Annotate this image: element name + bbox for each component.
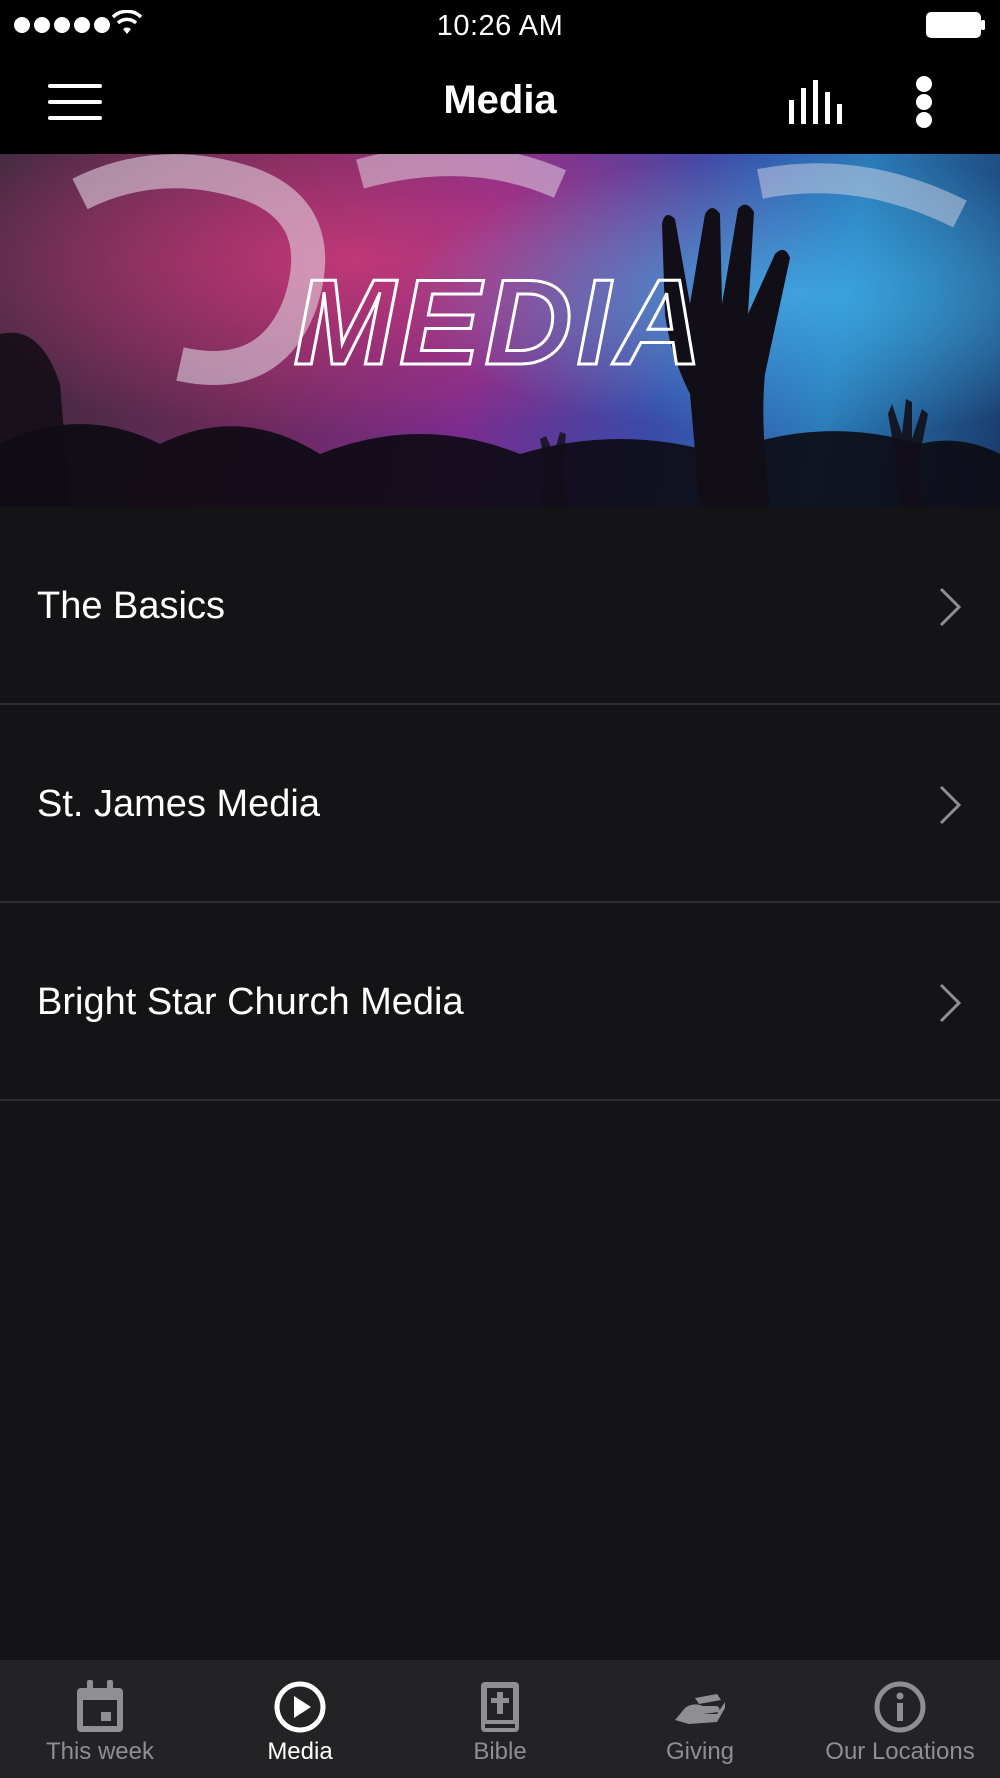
- status-time: 10:26 AM: [436, 10, 564, 42]
- vertical-dots-icon[interactable]: [912, 76, 936, 128]
- tab-media[interactable]: Media: [200, 1660, 400, 1778]
- tab-bar: This week Media Bible Giving Our Locatio…: [0, 1660, 1000, 1778]
- list-item-label: St. James Media: [37, 783, 320, 825]
- navigation-bar: Media: [0, 50, 1000, 154]
- battery-icon: [926, 12, 985, 38]
- tab-giving[interactable]: Giving: [600, 1660, 800, 1778]
- tab-label: This week: [45, 1738, 155, 1765]
- info-icon: [874, 1681, 926, 1733]
- tab-label: Bible: [473, 1738, 527, 1765]
- tab-our-locations[interactable]: Our Locations: [800, 1660, 1000, 1778]
- chevron-right-icon: [939, 785, 962, 825]
- hero-banner: MEDIA: [0, 154, 1000, 507]
- list-item-label: Bright Star Church Media: [37, 981, 464, 1023]
- tab-label: Media: [267, 1738, 333, 1765]
- tab-label: Our Locations: [825, 1738, 975, 1765]
- tab-label: Giving: [665, 1738, 735, 1765]
- calendar-icon: [77, 1680, 123, 1732]
- giving-hand-icon: [675, 1694, 725, 1724]
- list-item-bright-star-church-media[interactable]: Bright Star Church Media: [0, 903, 1000, 1101]
- list-item-the-basics[interactable]: The Basics: [0, 507, 1000, 705]
- list-item-label: The Basics: [37, 585, 225, 627]
- tab-this-week[interactable]: This week: [0, 1660, 200, 1778]
- play-circle-icon: [274, 1681, 326, 1733]
- media-list: The Basics St. James Media Bright Star C…: [0, 507, 1000, 1101]
- audio-bars-icon[interactable]: [788, 80, 844, 124]
- page-title: Media: [443, 78, 557, 122]
- hero-title: MEDIA: [292, 253, 706, 392]
- list-item-st-james-media[interactable]: St. James Media: [0, 705, 1000, 903]
- status-bar: 10:26 AM: [0, 0, 1000, 50]
- svg-text:MEDIA: MEDIA: [293, 254, 706, 390]
- chevron-right-icon: [939, 587, 962, 627]
- bible-icon: [481, 1682, 519, 1732]
- chevron-right-icon: [939, 983, 962, 1023]
- tab-bible[interactable]: Bible: [400, 1660, 600, 1778]
